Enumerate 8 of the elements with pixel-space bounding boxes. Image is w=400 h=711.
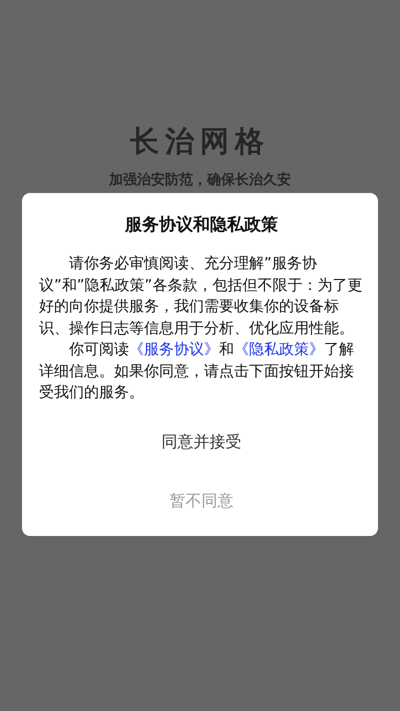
dialog-title: 服务协议和隐私政策 <box>124 214 279 236</box>
app-logo: 长治网格 <box>130 123 270 159</box>
link[interactable]: 《隐私政策》 <box>234 340 324 358</box>
paragraph: 你可阅读《服务协议》和《隐私政策》了解详细信息。如果你同意，请点击下面按钮开始接受我们的服务。 <box>39 339 355 403</box>
slogan: 加强治安防范，确保长治久安 <box>109 171 291 189</box>
accept-button[interactable]: 同意并接受 <box>162 422 242 462</box>
link[interactable]: 《服务协议》 <box>129 340 219 358</box>
paragraph: 请你务必审慎阅读、充分理解”服务协议”和”隐私政策”各条款，包括但不限于：为了更好的向你提供服务，我们需要收集你的设备标识、操作日志等信息用于分析、优化应用性能。 <box>39 253 364 338</box>
